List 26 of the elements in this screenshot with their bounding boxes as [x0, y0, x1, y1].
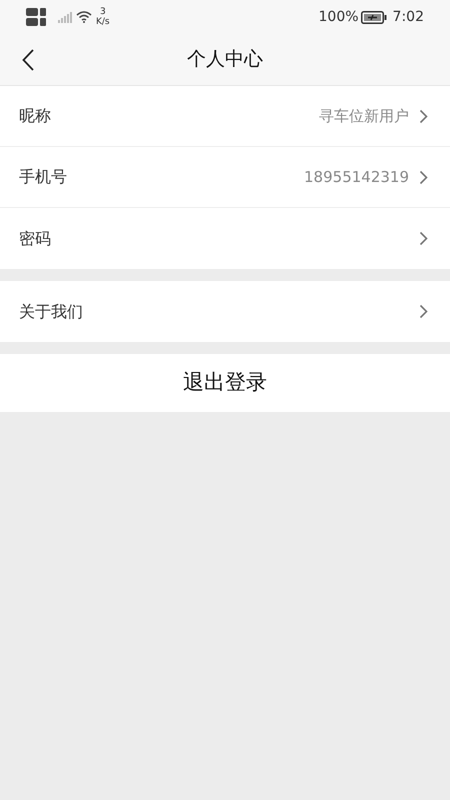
row-value: 寻车位新用户: [319, 106, 409, 127]
chevron-left-icon: [22, 48, 34, 70]
battery-charging-icon: [360, 10, 387, 24]
sim-card-icon: [26, 8, 46, 16]
clock-time: 7:02: [392, 8, 424, 26]
sim-card-icon: [26, 18, 46, 26]
row-label: 昵称: [19, 105, 51, 127]
row-label: 手机号: [19, 166, 67, 188]
row-label: 关于我们: [19, 300, 83, 322]
settings-row[interactable]: 昵称 寻车位新用户: [0, 86, 450, 147]
page-title: 个人中心: [187, 47, 263, 72]
logout-button[interactable]: 退出登录: [0, 354, 450, 412]
chevron-right-icon: [419, 170, 428, 184]
battery-percentage: 100%: [318, 8, 359, 26]
row-label: 密码: [19, 228, 51, 250]
signal-icon: [58, 12, 72, 22]
chevron-right-icon: [419, 231, 428, 246]
settings-row[interactable]: 密码: [0, 208, 450, 269]
chevron-right-icon: [419, 304, 428, 319]
settings-row[interactable]: 手机号 18955142319: [0, 147, 450, 208]
wifi-icon: [76, 11, 92, 23]
network-speed-value: 3: [100, 7, 106, 17]
chevron-right-icon: [419, 108, 428, 124]
settings-row[interactable]: 关于我们: [0, 281, 450, 342]
network-speed-unit: K/s: [96, 17, 110, 27]
row-value: 18955142319: [304, 166, 409, 188]
